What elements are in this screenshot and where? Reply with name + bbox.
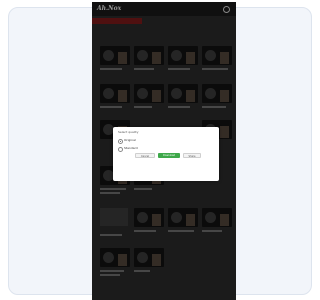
option-row[interactable]: Standard bbox=[118, 146, 214, 152]
cancel-button[interactable]: Cancel bbox=[135, 153, 155, 158]
radio-button[interactable] bbox=[118, 147, 123, 152]
option-row[interactable]: Original bbox=[118, 138, 214, 144]
quality-dialog: Select quality Original Standard Cancel … bbox=[113, 127, 219, 181]
share-button[interactable]: Share bbox=[183, 153, 201, 158]
dialog-title: Select quality bbox=[118, 130, 139, 134]
download-button[interactable]: Download bbox=[158, 153, 180, 158]
radio-button[interactable] bbox=[118, 139, 123, 144]
option-label: Original bbox=[124, 138, 136, 142]
option-label: Standard bbox=[124, 146, 138, 150]
